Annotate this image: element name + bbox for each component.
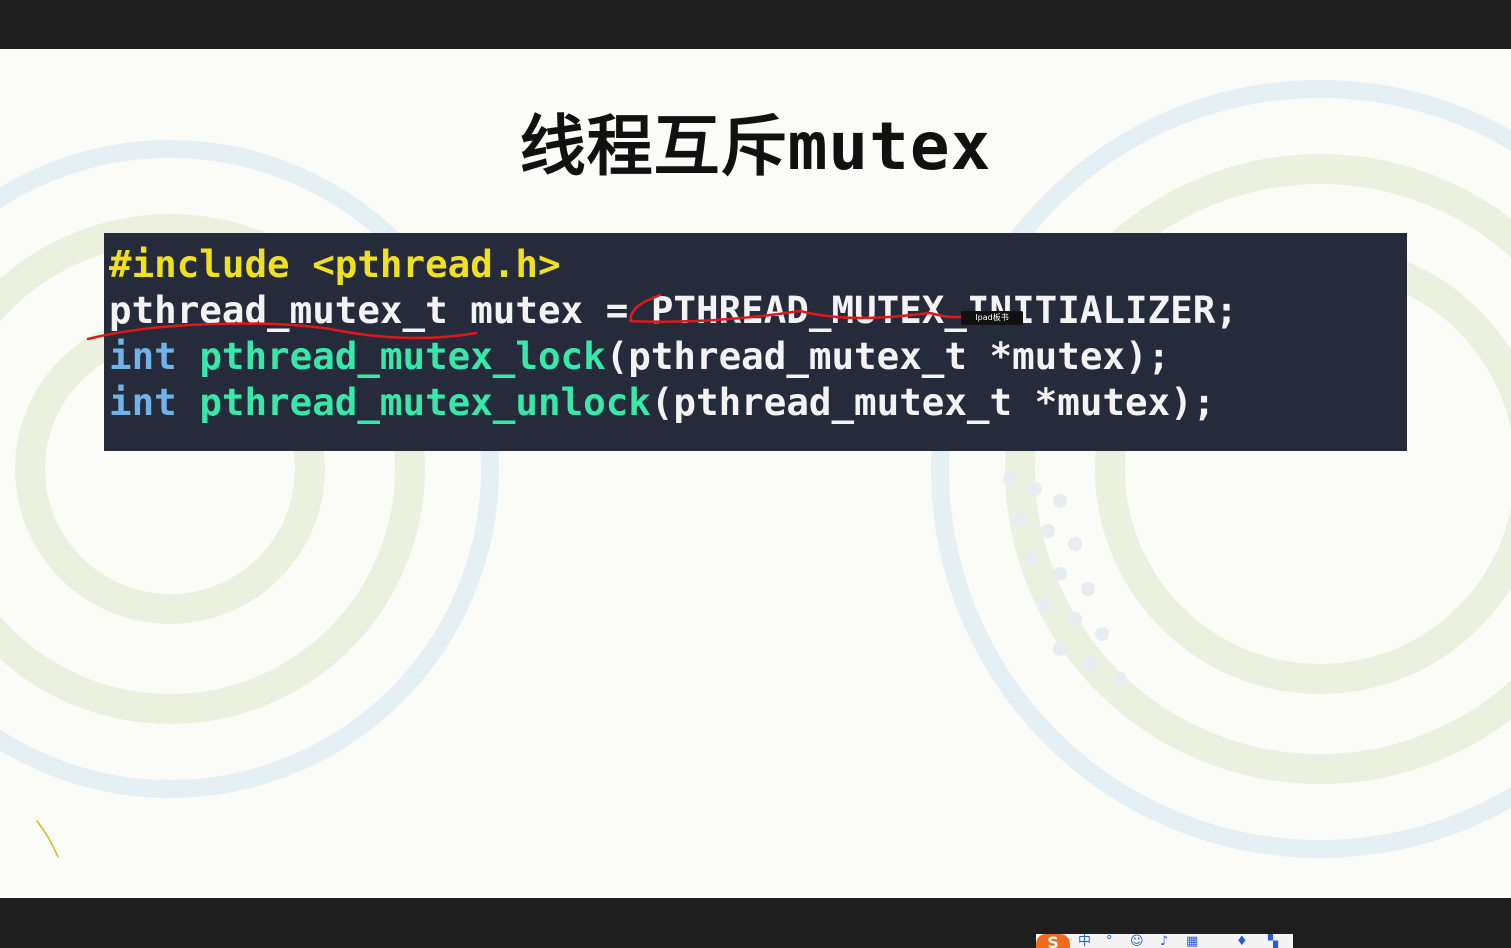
top-black-bar: [0, 0, 1511, 49]
ime-mode-chinese[interactable]: 中: [1078, 934, 1091, 948]
code-line-mutex-declaration: pthread_mutex_t mutex = PTHREAD_MUTEX_IN…: [109, 288, 1238, 332]
code-keyword-int: int: [109, 334, 177, 378]
presentation-slide: 线程互斥mutex #include <pthread.h> pthread_m…: [0, 49, 1511, 898]
emoji-icon[interactable]: ☺: [1130, 934, 1144, 948]
code-keyword-int: int: [109, 380, 177, 424]
keyboard-icon[interactable]: ▦: [1186, 934, 1198, 948]
ipad-whiteboard-tooltip: Ipad板书: [961, 311, 1023, 325]
code-function-unlock: pthread_mutex_unlock: [199, 380, 651, 424]
microphone-icon[interactable]: ♪: [1160, 934, 1168, 948]
apps-icon[interactable]: ▚: [1268, 934, 1278, 948]
code-args-unlock: (pthread_mutex_t *mutex);: [650, 380, 1216, 424]
code-line-mutex-lock: int pthread_mutex_lock(pthread_mutex_t *…: [109, 333, 1170, 379]
code-line-mutex-unlock: int pthread_mutex_unlock(pthread_mutex_t…: [109, 379, 1215, 425]
ime-toolbar[interactable]: S 中 ° ☺ ♪ ▦ ♦ ▚: [1036, 934, 1293, 948]
code-block: #include <pthread.h> pthread_mutex_t mut…: [104, 233, 1407, 451]
punctuation-icon[interactable]: °: [1106, 934, 1113, 948]
code-args-lock: (pthread_mutex_t *mutex);: [605, 334, 1171, 378]
code-line-include: #include <pthread.h>: [109, 242, 561, 286]
skin-icon[interactable]: ♦: [1236, 934, 1248, 948]
slide-title: 线程互斥mutex: [519, 108, 992, 185]
sogou-logo-icon[interactable]: S: [1036, 934, 1070, 948]
code-function-lock: pthread_mutex_lock: [199, 334, 606, 378]
